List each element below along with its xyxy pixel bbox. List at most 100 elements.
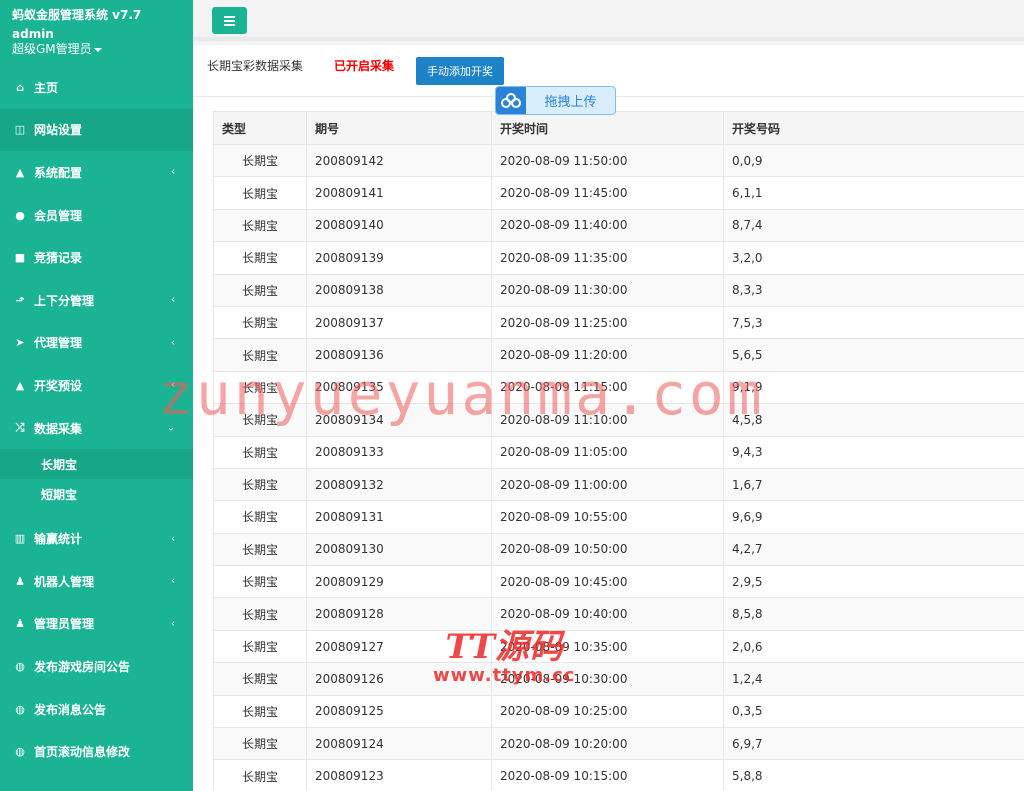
table-cell: 2020-08-09 11:25:00	[491, 305, 724, 340]
table-cell: 3,2,0	[723, 241, 1024, 275]
table-cell: 1,2,4	[723, 662, 1024, 696]
table-cell: 200809128	[306, 597, 492, 631]
watermark-logo-url: www.ttym.cc	[433, 665, 576, 686]
column-header: 类型	[213, 111, 307, 145]
table-cell: 1,6,7	[723, 467, 1024, 502]
table-cell: 长期宝	[213, 500, 307, 534]
table-cell: 200809141	[306, 176, 492, 210]
table-cell: 0,3,5	[723, 694, 1024, 729]
user-role-dropdown[interactable]: 超级GM管理员	[12, 41, 181, 57]
sidebar-item-label: 发布消息公告	[34, 702, 107, 717]
table-cell: 长期宝	[213, 694, 307, 729]
caret-down-icon	[93, 47, 102, 52]
table-cell: 200809139	[306, 241, 492, 275]
table-row: 长期宝 200809139 2020-08-09 11:35:00 3,2,0	[213, 241, 1024, 275]
paper-plane-icon: ➤	[15, 336, 25, 350]
table-cell: 2020-08-09 10:50:00	[491, 532, 724, 567]
sidebar-item-label: 管理员管理	[34, 617, 95, 632]
cloud-upload-icon	[496, 87, 526, 114]
table-row: 长期宝 200809141 2020-08-09 11:45:00 6,1,1	[213, 176, 1024, 210]
flask-icon: ▲	[15, 378, 25, 392]
table-cell: 200809130	[306, 532, 492, 567]
table-cell: 200809140	[306, 208, 492, 243]
table-row: 长期宝 200809125 2020-08-09 10:25:00 0,3,5	[213, 694, 1024, 729]
table-cell: 2020-08-09 10:55:00	[491, 500, 724, 534]
sidebar-item[interactable]: ◍ 发布游戏房间公告	[0, 645, 193, 688]
sidebar-item[interactable]: ▥ 输赢统计 ‹	[0, 517, 193, 560]
sidebar-item-label: 机器人管理	[34, 574, 95, 589]
column-header: 期号	[306, 111, 492, 145]
sidebar-item[interactable]: ➤ 代理管理 ‹	[0, 322, 193, 365]
shuffle-icon: ⤮	[15, 421, 25, 435]
table-cell: 200809123	[306, 759, 492, 791]
table-cell: 长期宝	[213, 759, 307, 791]
table-cell: 7,5,3	[723, 305, 1024, 340]
table-cell: 2020-08-09 11:05:00	[491, 435, 724, 469]
sidebar-item[interactable]: ◍ 首页滚动信息修改	[0, 730, 193, 773]
user-role-label: 超级GM管理员	[12, 42, 92, 56]
table-cell: 4,5,8	[723, 403, 1024, 437]
watermark-logo-text: TT源码	[445, 627, 563, 667]
table-cell: 5,6,5	[723, 338, 1024, 372]
comment-icon: ◍	[15, 702, 25, 716]
chevron-left-icon: ‹	[171, 166, 175, 178]
comment-icon: ◍	[15, 745, 25, 759]
table-cell: 长期宝	[213, 597, 307, 631]
table-row: 长期宝 200809140 2020-08-09 11:40:00 8,7,4	[213, 208, 1024, 243]
user-icon: ●	[15, 208, 25, 222]
table-cell: 2020-08-09 10:45:00	[491, 565, 724, 599]
sidebar-item-label: 竞猜记录	[34, 251, 83, 266]
sidebar-item[interactable]: ⬏ 上下分管理 ‹	[0, 279, 193, 322]
table-cell: 200809137	[306, 305, 492, 340]
sidebar-item-label: 开奖预设	[34, 378, 83, 393]
table-cell: 2020-08-09 11:40:00	[491, 208, 724, 243]
table-cell: 长期宝	[213, 532, 307, 567]
level-up-icon: ⬏	[15, 293, 25, 307]
sidebar-item[interactable]: ♟ 管理员管理 ‹	[0, 603, 193, 646]
sidebar-item[interactable]: ◍ 发布消息公告	[0, 688, 193, 731]
table-cell: 200809133	[306, 435, 492, 469]
chevron-left-icon: ‹	[171, 618, 175, 630]
table-cell: 200809124	[306, 727, 492, 761]
sidebar-subitem[interactable]: 长期宝	[0, 449, 193, 480]
table-row: 长期宝 200809132 2020-08-09 11:00:00 1,6,7	[213, 467, 1024, 502]
table-cell: 长期宝	[213, 565, 307, 599]
flask-icon: ▲	[15, 165, 25, 179]
sidebar-item-label: 主页	[34, 80, 59, 95]
watermark-logo: TT源码 www.ttym.cc	[433, 628, 575, 686]
page-title: 长期宝彩数据采集	[207, 59, 304, 73]
menu-toggle-button[interactable]	[212, 7, 247, 34]
table-cell: 200809138	[306, 273, 492, 307]
sidebar-item-label: 会员管理	[34, 208, 83, 223]
home-icon: ⌂	[16, 80, 24, 94]
sidebar-item[interactable]: ◫ 网站设置	[0, 108, 193, 152]
sidebar-item[interactable]: ● 会员管理	[0, 194, 193, 237]
sidebar-item[interactable]: ▲ 系统配置 ‹	[0, 151, 193, 194]
table-row: 长期宝 200809126 2020-08-09 10:30:00 1,2,4	[213, 662, 1024, 696]
column-header: 开奖号码	[723, 111, 1024, 145]
table-cell: 2020-08-09 10:40:00	[491, 597, 724, 631]
columns-icon: ◫	[14, 123, 26, 137]
table-cell: 9,6,9	[723, 500, 1024, 534]
add-draw-button[interactable]: 手动添加开奖	[416, 57, 504, 85]
table-cell: 长期宝	[213, 629, 307, 664]
table-cell: 长期宝	[213, 273, 307, 307]
sidebar-item-label: 首页滚动信息修改	[34, 745, 131, 760]
table-cell: 长期宝	[213, 662, 307, 696]
table-cell: 200809142	[306, 143, 492, 178]
sidebar-subitem[interactable]: 短期宝	[0, 479, 193, 509]
table-cell: 长期宝	[213, 241, 307, 275]
table-cell: 长期宝	[213, 143, 307, 178]
sidebar-item[interactable]: ■ 竞猜记录	[0, 236, 193, 279]
status-label: 已开启采集	[334, 59, 395, 73]
sidebar-item[interactable]: ⌂ 主页	[0, 66, 193, 109]
table-cell: 2,9,5	[723, 565, 1024, 599]
table-row: 长期宝 200809127 2020-08-09 10:35:00 2,0,6	[213, 629, 1024, 664]
comment-icon: ◍	[15, 659, 25, 673]
table-cell: 长期宝	[213, 467, 307, 502]
sidebar-item[interactable]: ♟ 机器人管理 ‹	[0, 560, 193, 603]
drag-upload-button[interactable]: 拖拽上传	[495, 86, 616, 115]
sidebar-submenu: 长期宝 短期宝	[0, 449, 193, 510]
table-cell: 长期宝	[213, 176, 307, 210]
table-cell: 200809129	[306, 565, 492, 599]
